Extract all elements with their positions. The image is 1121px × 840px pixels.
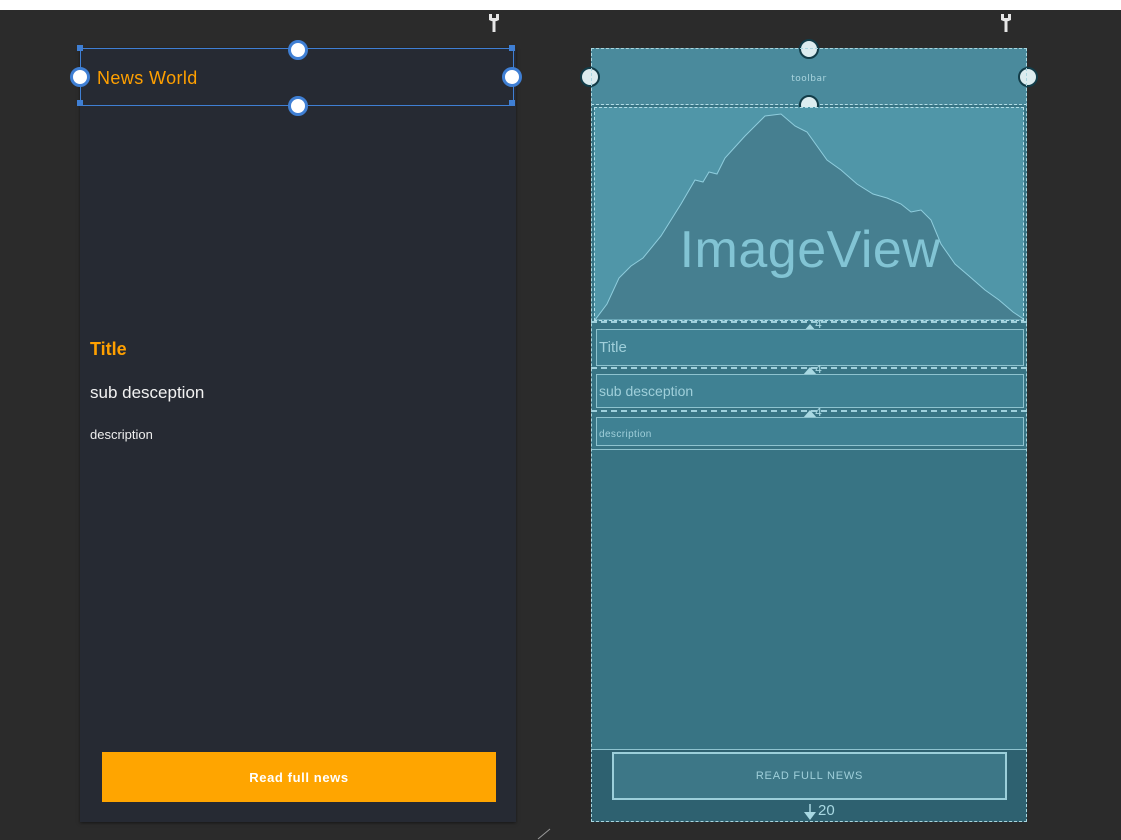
toolbar-label: toolbar bbox=[791, 74, 827, 84]
blueprint-panel[interactable]: toolbar ImageView 4 Title 4 sub descepti… bbox=[580, 39, 1038, 822]
news-title[interactable]: Title bbox=[90, 339, 127, 360]
image-view-label: ImageView bbox=[679, 221, 941, 279]
description-view-outline[interactable] bbox=[596, 417, 1024, 446]
resize-handle-bottom-right[interactable] bbox=[509, 100, 515, 106]
constraint-handle-left[interactable] bbox=[70, 67, 90, 87]
news-description[interactable]: description bbox=[90, 427, 153, 442]
image-view-placeholder[interactable]: ImageView bbox=[594, 107, 1024, 321]
blueprint-read-full-news-button[interactable]: READ FULL NEWS bbox=[612, 752, 1007, 800]
read-full-news-button[interactable]: Read full news bbox=[102, 752, 496, 802]
blueprint-title: Title bbox=[599, 339, 627, 356]
constraint-handle-right[interactable] bbox=[502, 67, 522, 87]
resize-handle-top-right[interactable] bbox=[509, 45, 515, 51]
wrench-icon[interactable] bbox=[487, 13, 501, 33]
constraint-handle-top[interactable] bbox=[288, 40, 308, 60]
mountain-image-icon bbox=[595, 113, 1023, 320]
empty-layout-region bbox=[591, 449, 1027, 749]
constraint-handle-left[interactable] bbox=[580, 67, 600, 87]
blueprint-description: description bbox=[599, 429, 652, 440]
constraint-handle-right[interactable] bbox=[1018, 67, 1038, 87]
margin-guide bbox=[591, 321, 1027, 323]
blueprint-sub-description: sub desception bbox=[599, 383, 694, 399]
title-view-outline[interactable] bbox=[596, 329, 1024, 366]
news-sub-description[interactable]: sub desception bbox=[90, 383, 204, 403]
bottom-margin-value: 20 bbox=[818, 802, 835, 819]
resize-handle-bottom-left[interactable] bbox=[77, 100, 83, 106]
canvas-top-strip bbox=[0, 0, 1121, 10]
design-preview-panel[interactable]: News World Title sub desception descript… bbox=[70, 40, 522, 822]
toolbar-title: News World bbox=[97, 68, 198, 88]
resize-corner-icon[interactable] bbox=[536, 828, 552, 840]
constraint-handle-bottom[interactable] bbox=[288, 96, 308, 116]
constraint-handle-top[interactable] bbox=[799, 39, 819, 59]
wrench-icon[interactable] bbox=[999, 13, 1013, 33]
bottom-margin-arrow-icon bbox=[804, 804, 816, 820]
resize-handle-top-left[interactable] bbox=[77, 45, 83, 51]
